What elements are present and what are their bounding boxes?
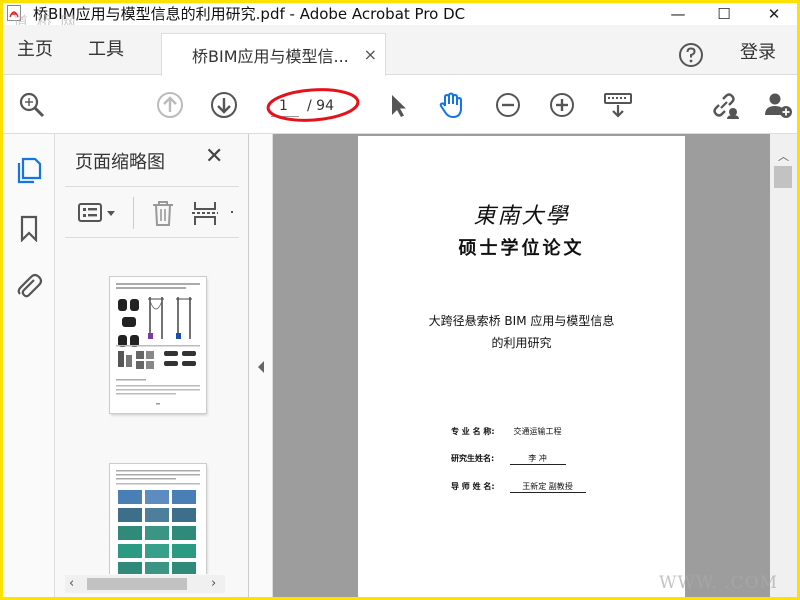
document-tab-label: 桥BIM应用与模型信... (192, 47, 349, 66)
thumbnail-page-32[interactable] (110, 277, 206, 413)
next-page-icon[interactable] (209, 90, 239, 120)
major-row: 专 业 名 称: 交通运输工程 (451, 426, 566, 437)
collapse-arrow-icon[interactable] (256, 360, 266, 374)
main-toolbar: 1 / 94 (3, 76, 797, 134)
panel-close-button[interactable]: ✕ (205, 144, 223, 169)
author-row: 研究生姓名: 李 冲 (451, 453, 566, 465)
navigation-rail (3, 134, 55, 597)
share-link-icon[interactable] (709, 90, 739, 120)
attachment-icon[interactable] (15, 271, 43, 299)
tools-tab[interactable]: 工具 (88, 25, 124, 75)
select-cursor-icon[interactable] (383, 90, 413, 120)
thesis-title-line-1: 大跨径悬索桥 BIM 应用与模型信息 (428, 314, 615, 328)
panel-title: 页面缩略图 (75, 152, 165, 173)
scroll-left-arrow-icon[interactable]: ‹ (69, 576, 74, 591)
acrobat-window: 桥BIM应用与模型信息的利用研究.pdf - Adobe Acrobat Pro… (3, 3, 797, 597)
close-window-button[interactable]: ✕ (751, 3, 797, 25)
document-tab[interactable]: 桥BIM应用与模型信... × (161, 33, 386, 76)
major-label: 专 业 名 称: (451, 427, 495, 436)
doc-scroll-thumb[interactable] (774, 166, 792, 188)
thumbnail-horizontal-scrollbar[interactable]: ‹ › (65, 575, 225, 593)
advisor-label: 导 师 姓 名: (451, 482, 495, 491)
document-viewport[interactable]: 東南大學 硕士学位论文 大跨径悬索桥 BIM 应用与模型信息 的利用研究 专 业… (273, 134, 770, 597)
advisor-row: 导 师 姓 名: 王新定 副教授 (451, 481, 586, 493)
document-vertical-scrollbar[interactable]: ︿ (770, 134, 797, 597)
advisor-value: 王新定 副教授 (509, 481, 586, 493)
extract-page-icon[interactable] (191, 199, 219, 227)
home-tab[interactable]: 主页 (17, 25, 53, 75)
keyboard-page-icon[interactable] (603, 90, 633, 120)
panel-toolbar (65, 186, 239, 238)
thumbnail-page-32-preview (116, 283, 200, 405)
doc-scroll-up-icon[interactable]: ︿ (778, 148, 789, 164)
author-label: 研究生姓名: (451, 454, 495, 463)
zoom-search-icon[interactable] (17, 90, 47, 120)
page-total-label: / 94 (307, 98, 334, 114)
maximize-button[interactable]: ☐ (701, 3, 747, 25)
degree-title: 硕士学位论文 (458, 238, 585, 259)
window-title: 桥BIM应用与模型信息的利用研究.pdf - Adobe Acrobat Pro… (33, 5, 466, 23)
page-number-input[interactable]: 1 (271, 95, 299, 117)
more-tools-indicator[interactable] (231, 211, 233, 213)
zoom-out-icon[interactable] (493, 90, 523, 120)
minimize-button[interactable]: — (655, 3, 701, 25)
login-link[interactable]: 登录 (740, 25, 776, 75)
acrobat-pdf-icon (7, 5, 21, 21)
delete-page-icon[interactable] (149, 199, 177, 227)
thumbnail-page-33-preview (116, 470, 200, 574)
thesis-title-line-2: 的利用研究 (491, 336, 552, 350)
title-bar: 桥BIM应用与模型信息的利用研究.pdf - Adobe Acrobat Pro… (3, 3, 797, 25)
menu-tab-bar: 主页 工具 桥BIM应用与模型信... × 登录 (3, 25, 797, 76)
page-thumbnails-icon[interactable] (15, 156, 43, 184)
scroll-right-arrow-icon[interactable]: › (211, 576, 216, 591)
thumbnail-options-icon[interactable] (77, 201, 119, 225)
thumbnail-hscroll-thumb[interactable] (87, 578, 187, 590)
pdf-page: 東南大學 硕士学位论文 大跨径悬索桥 BIM 应用与模型信息 的利用研究 专 业… (358, 136, 685, 597)
author-value: 李 冲 (509, 453, 566, 465)
prev-page-icon[interactable] (155, 90, 185, 120)
help-icon[interactable] (678, 42, 704, 68)
university-name: 東南大學 (473, 204, 570, 229)
major-value: 交通运输工程 (513, 427, 562, 436)
thumbnail-list: 32 (55, 244, 249, 574)
bookmark-icon[interactable] (15, 214, 43, 242)
document-tab-close-button[interactable]: × (364, 45, 377, 64)
panel-collapse-handle[interactable] (249, 134, 273, 597)
add-user-icon[interactable] (763, 90, 793, 120)
zoom-in-icon[interactable] (547, 90, 577, 120)
page-thumbnails-panel: 页面缩略图 ✕ ‹ › (55, 134, 293, 597)
thumbnail-page-33[interactable] (110, 464, 206, 574)
hand-tool-icon[interactable] (436, 90, 466, 120)
